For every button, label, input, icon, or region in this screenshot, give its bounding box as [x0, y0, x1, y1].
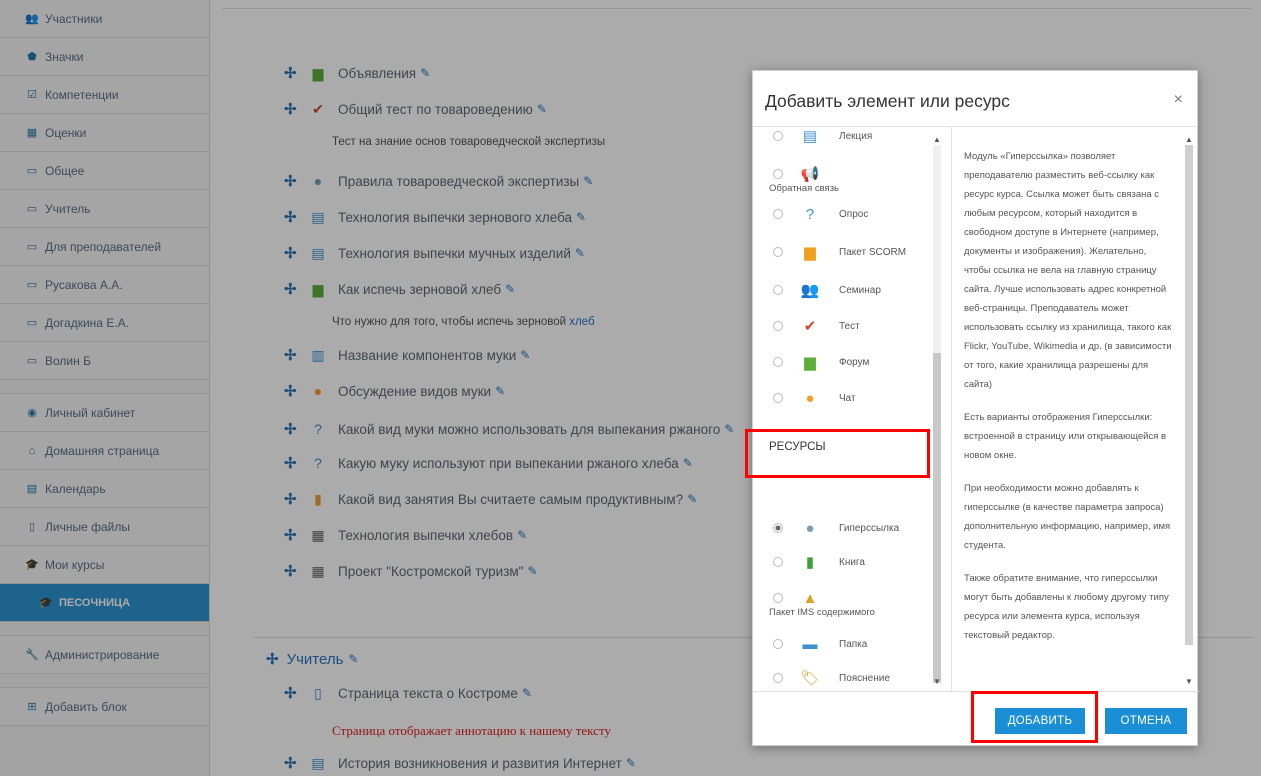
- ims-package-icon: ▲: [802, 589, 818, 607]
- module-option[interactable]: ● Гиперссылка: [773, 515, 899, 541]
- module-radio[interactable]: [773, 285, 783, 295]
- module-label: Гиперссылка: [839, 522, 900, 534]
- scroll-thumb[interactable]: [933, 353, 941, 683]
- module-label: Пакет IMS содержимого: [769, 607, 875, 618]
- module-label: Обратная связь: [769, 183, 839, 194]
- question-icon: ?: [805, 205, 815, 223]
- module-radio[interactable]: [773, 357, 783, 367]
- module-label: Папка: [839, 638, 868, 650]
- module-help-text: Модуль «Гиперссылка» позволяет преподава…: [951, 127, 1183, 691]
- module-option[interactable]: ✔ Тест: [773, 313, 860, 339]
- scroll-down-icon[interactable]: ▼: [1185, 677, 1193, 686]
- module-option[interactable]: ● Чат: [773, 385, 856, 411]
- module-radio[interactable]: [773, 209, 783, 219]
- forum-icon: ▆: [804, 354, 816, 371]
- module-option[interactable]: ▬ Папка: [773, 631, 867, 657]
- module-option[interactable]: ? Опрос: [773, 201, 868, 227]
- book-icon: ▮: [805, 554, 815, 571]
- help-paragraph: Также обратите внимание, что гиперссылки…: [964, 573, 1169, 641]
- add-activity-dialog: Добавить элемент или ресурс × ▤ Лекция 📢 Об…: [752, 70, 1199, 746]
- module-option[interactable]: 👥 Семинар: [773, 277, 881, 303]
- workshop-icon: 👥: [800, 282, 820, 299]
- dialog-header: Добавить элемент или ресурс ×: [753, 71, 1197, 127]
- module-label: Тест: [839, 320, 860, 332]
- help-paragraph: Есть варианты отображения Гиперссылки: в…: [964, 412, 1167, 461]
- highlight-frame-add: [971, 691, 1098, 743]
- cancel-button[interactable]: ОТМЕНА: [1105, 708, 1187, 734]
- module-option[interactable]: ▆ Пакет SCORM: [773, 239, 906, 265]
- lesson-icon: ▤: [802, 128, 818, 145]
- chooser-scrollbar[interactable]: ▲ ▼: [933, 135, 941, 686]
- scroll-down-icon[interactable]: ▼: [933, 677, 941, 686]
- label-icon: 🏷: [800, 670, 820, 687]
- module-label: Книга: [839, 556, 865, 568]
- module-label: Форум: [839, 356, 870, 368]
- module-radio[interactable]: [773, 557, 783, 567]
- dialog-body: ▤ Лекция 📢 Обратная связь? Опрос ▆ Пакет SCORM…: [753, 127, 1199, 691]
- module-radio[interactable]: [773, 673, 783, 683]
- scroll-up-icon[interactable]: ▲: [933, 135, 941, 144]
- module-radio[interactable]: [773, 321, 783, 331]
- module-label: Чат: [839, 392, 856, 404]
- module-option[interactable]: ▆ Форум: [773, 349, 869, 375]
- module-radio[interactable]: [773, 247, 783, 257]
- feedback-icon: 📢: [800, 166, 820, 183]
- module-option[interactable]: 🏷 Пояснение: [773, 665, 890, 691]
- url-icon: ●: [805, 519, 815, 537]
- chat-icon: ●: [805, 389, 815, 407]
- scroll-up-icon[interactable]: ▲: [1185, 135, 1193, 144]
- help-paragraph: При необходимости можно добавлять к гипе…: [964, 483, 1171, 551]
- close-icon[interactable]: ×: [1174, 91, 1183, 109]
- scroll-thumb[interactable]: [1185, 145, 1193, 645]
- module-option[interactable]: ▤ Лекция: [773, 127, 872, 149]
- dialog-title: Добавить элемент или ресурс: [765, 91, 1010, 111]
- module-chooser-list: ▤ Лекция 📢 Обратная связь? Опрос ▆ Пакет SCORM…: [753, 127, 945, 691]
- highlight-frame-url: [745, 429, 930, 478]
- module-radio[interactable]: [773, 131, 783, 141]
- scorm-icon: ▆: [804, 244, 816, 261]
- folder-icon: ▬: [802, 635, 818, 653]
- help-paragraph: Модуль «Гиперссылка» позволяет преподава…: [964, 151, 1172, 390]
- module-radio[interactable]: [773, 523, 783, 533]
- help-scrollbar[interactable]: ▲ ▼: [1185, 135, 1193, 686]
- module-radio[interactable]: [773, 169, 783, 179]
- module-label: Пояснение: [839, 672, 890, 684]
- module-radio[interactable]: [773, 593, 783, 603]
- module-label: Пакет SCORM: [839, 246, 907, 258]
- module-radio[interactable]: [773, 393, 783, 403]
- quiz-icon: ✔: [803, 318, 817, 335]
- module-option[interactable]: ▮ Книга: [773, 549, 865, 575]
- module-radio[interactable]: [773, 639, 783, 649]
- module-label: Лекция: [839, 130, 873, 142]
- module-label: Опрос: [839, 208, 869, 220]
- module-label: Семинар: [839, 284, 881, 296]
